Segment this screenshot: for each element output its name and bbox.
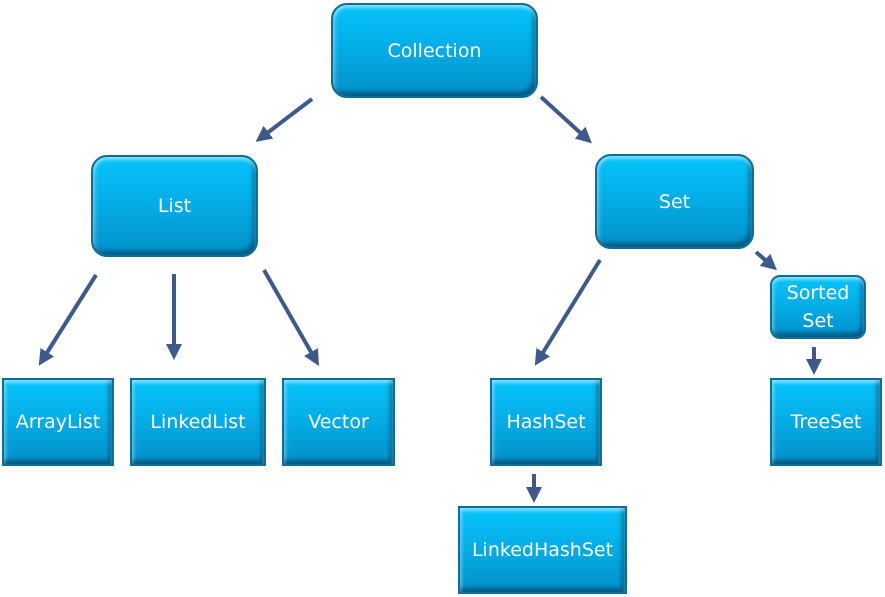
arrow-collection-list [255, 97, 314, 142]
node-treeset: TreeSet [770, 378, 882, 466]
node-list: List [91, 155, 258, 257]
arrow-set-hashset [534, 258, 602, 366]
node-linkedhashset: LinkedHashSet [458, 506, 627, 594]
arrow-list-arraylist [38, 273, 98, 366]
node-collection: Collection [331, 3, 538, 98]
arrow-collection-set [539, 95, 592, 144]
node-set: Set [595, 154, 754, 249]
node-sorted-set: Sorted Set [770, 275, 866, 339]
node-vector: Vector [282, 378, 395, 466]
arrow-set-sortedset [754, 250, 778, 271]
arrow-list-vector [262, 269, 319, 366]
node-arraylist: ArrayList [2, 378, 114, 466]
node-linkedlist: LinkedList [130, 378, 266, 466]
node-hashset: HashSet [490, 378, 602, 466]
